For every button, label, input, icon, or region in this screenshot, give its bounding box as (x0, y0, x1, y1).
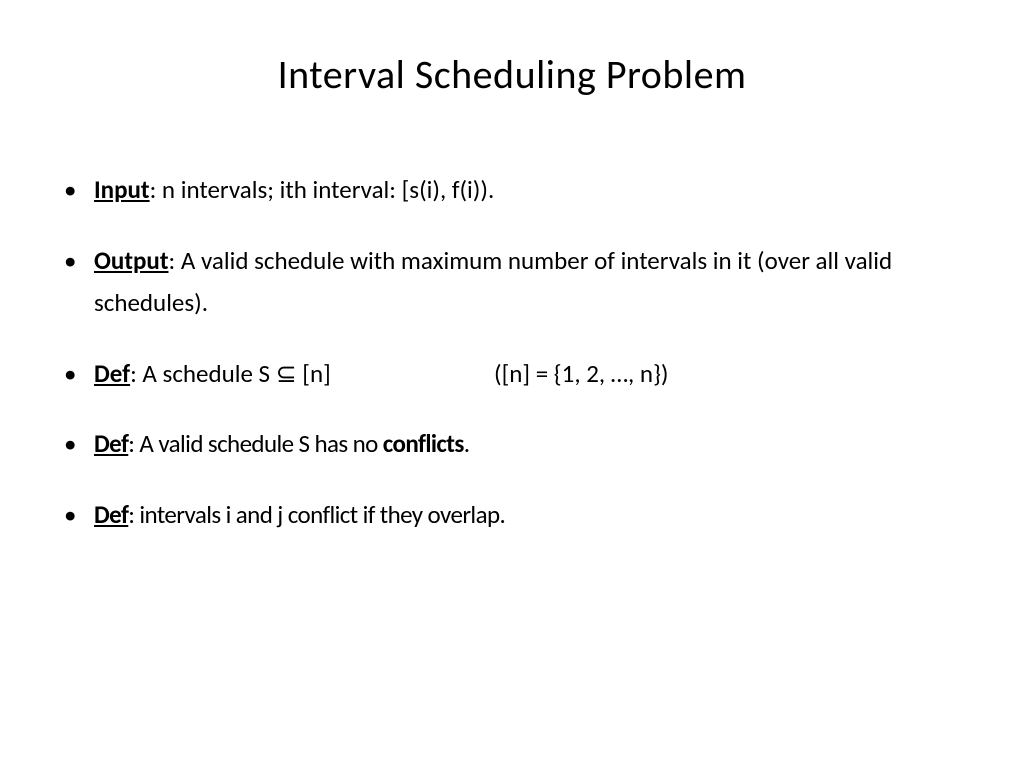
bullet-def-schedule: Def: A schedule S ⊆ [n] ([n] = {1, 2, …,… (60, 353, 984, 396)
bullet-def-valid: Def: A valid schedule S has no conflicts… (60, 423, 984, 466)
term-def-2: Def (94, 428, 128, 459)
bullet-output: Output: A valid schedule with maximum nu… (60, 240, 984, 325)
bullet-def-conflict: Def: intervals i and j conflict if they … (60, 494, 984, 537)
bullet-input: Input: n intervals; ith interval: [s(i),… (60, 169, 984, 212)
text-def-2-before: : A valid schedule S has no (128, 428, 383, 459)
term-def-3: Def (94, 499, 128, 530)
term-input: Input (94, 174, 150, 205)
text-def-2-after: . (464, 428, 470, 459)
term-def-1: Def (94, 358, 130, 389)
bold-conflicts: conflicts (383, 428, 464, 459)
text-output: : A valid schedule with maximum number o… (94, 245, 892, 319)
text-input: : n intervals; ith interval: [s(i), f(i)… (150, 174, 495, 205)
text-def-1-right: ([n] = {1, 2, …, n}) (494, 358, 669, 389)
text-def-3: : intervals i and j conflict if they ove… (128, 499, 505, 530)
text-def-1-left: : A schedule S ⊆ [n] (130, 358, 331, 389)
bullet-list: Input: n intervals; ith interval: [s(i),… (40, 169, 984, 536)
slide-title: Interval Scheduling Problem (40, 50, 984, 99)
term-output: Output (94, 245, 169, 276)
